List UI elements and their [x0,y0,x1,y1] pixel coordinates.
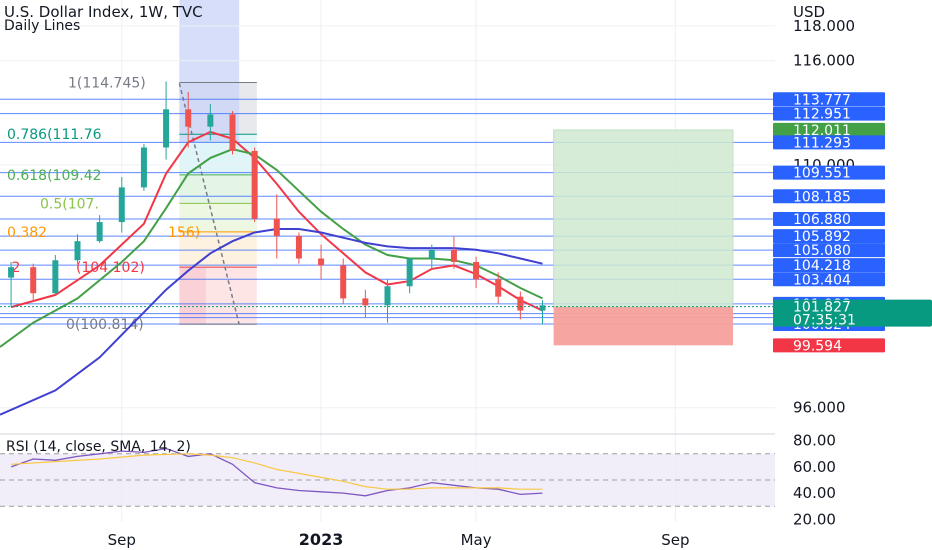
time-axis[interactable]: Sep 2023 May Sep [108,530,690,549]
price-badge-label: 111.293 [793,135,851,151]
fib-label: 0.786(111.76 [7,127,102,143]
price-badge-label: 105.080 [793,243,851,259]
profit-zone [553,129,734,308]
price-badge-label: 108.185 [793,189,851,205]
chart-subtitle: Daily Lines [4,18,81,34]
candle-body [273,218,280,236]
candle-body [318,258,325,266]
candle-body [517,296,524,311]
time-tick-label: Sep [661,531,689,549]
candle-body [384,286,391,306]
currency-label: USD [793,3,826,21]
fib-label: 0.5(107. [40,196,99,212]
fib-label: 0.382 [7,225,47,241]
candle-body [140,147,147,188]
candle-body [473,261,480,280]
candle-body [251,150,258,219]
fib-zone [179,174,257,204]
price-badge-label: 106.880 [793,212,851,228]
candle-body [340,265,347,299]
price-tick-label: 96.000 [793,399,846,417]
candle-body [185,109,192,127]
fib-label: 0.618(109.42 [7,168,102,184]
rsi-indicator-title[interactable]: RSI (14, close, SMA, 14, 2) [6,439,191,455]
candle-body [207,114,214,127]
chart-canvas: 1(114.745) 0.786(111.76 0.618(109.42 0.5(10… [0,0,932,549]
candle-body [295,235,302,259]
candle-body [163,109,170,148]
price-badge-label: 103.404 [793,272,851,288]
price-badge-label: 99.594 [793,338,842,354]
fib-label: 156) [168,225,200,241]
price-badge-label: 109.551 [793,166,851,182]
rsi-tick-label: 60.00 [793,458,836,476]
candle-body [362,298,369,306]
candle-body [8,267,15,278]
rsi-tick-label: 20.00 [793,510,836,528]
candle-body [96,222,103,242]
candle-body [495,279,502,297]
background-zones [179,0,257,325]
price-tick-label: 116.000 [793,52,855,70]
time-tick-label: May [461,531,492,549]
rsi-tick-label: 40.00 [793,484,836,502]
time-tick-label: Sep [108,531,136,549]
long-position-tool[interactable] [553,129,734,346]
candle-body [406,258,413,287]
fib-label: 1(114.745) [68,75,146,91]
time-tick-label: 2023 [299,530,344,549]
price-axis[interactable]: 118.000116.000110.00096.000113.777112.95… [773,17,932,528]
candle-body [450,249,457,262]
candle-body [118,187,125,223]
stop-zone [553,307,733,346]
candle-body [229,114,236,151]
candle-body [30,267,37,294]
candle-body [428,249,435,259]
candle-body [74,241,81,261]
candle-body [52,260,59,294]
price-badge-label: 112.951 [793,107,851,123]
countdown-timer: 07:35:31 [793,313,856,329]
rsi-tick-label: 80.00 [793,432,836,450]
